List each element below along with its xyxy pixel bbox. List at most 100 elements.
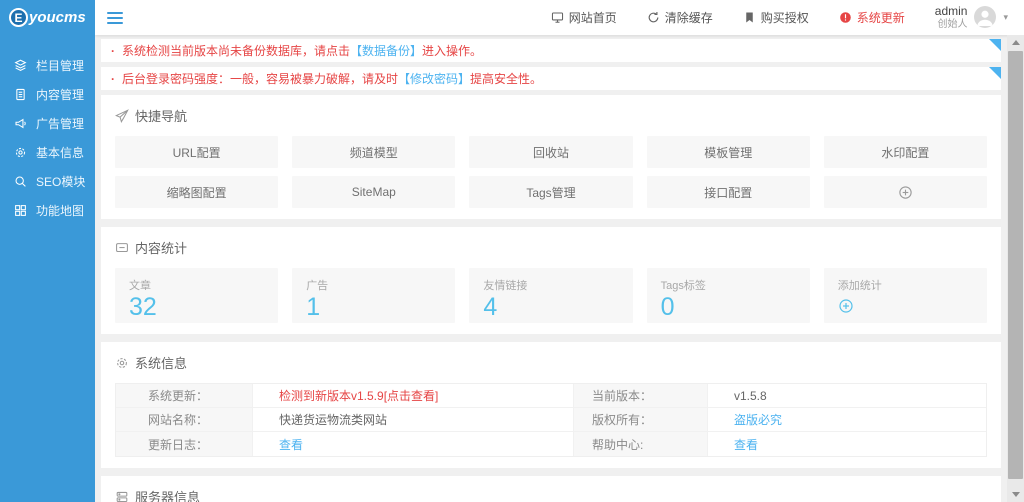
info-label: 版权所有： (573, 408, 708, 432)
grid-icon (14, 204, 27, 217)
stat-card-add[interactable]: 添加统计 (824, 268, 987, 323)
bookmark-icon (743, 11, 756, 24)
sidebar-item-basic-info[interactable]: 基本信息 (0, 138, 95, 167)
server-icon (115, 490, 129, 502)
quick-nav-grid: URL配置 频道模型 回收站 模板管理 水印配置 缩略图配置 SiteMap T… (115, 136, 987, 208)
sidebar-item-seo[interactable]: SEO模块 (0, 167, 95, 196)
info-label: 更新日志： (116, 432, 253, 456)
sidebar-item-label: 栏目管理 (36, 57, 84, 74)
alert-change-password-link[interactable]: 【修改密码】 (398, 70, 470, 87)
quick-nav-sitemap-button[interactable]: SiteMap (292, 176, 455, 208)
new-version-link[interactable]: 检测到新版本v1.5.9[点击查看] (253, 384, 573, 408)
content-stats-panel: 内容统计 文章 32 广告 1 友情链接 4 Tags标签 0 添加统计 (101, 227, 1001, 334)
user-meta: admin 创始人 (935, 5, 968, 30)
stat-label: 文章 (129, 277, 278, 293)
info-label: 当前版本： (573, 384, 708, 408)
alert-backup-link[interactable]: 【数据备份】 (350, 42, 422, 59)
sidebar-item-columns[interactable]: 栏目管理 (0, 51, 95, 80)
stat-label: 添加统计 (838, 277, 987, 293)
topbar-item-buy-license[interactable]: 购买授权 (743, 9, 809, 26)
quick-nav-recycle-bin-button[interactable]: 回收站 (469, 136, 632, 168)
avatar (974, 6, 996, 28)
topbar-item-site-home[interactable]: 网站首页 (551, 9, 617, 26)
changelog-view-link[interactable]: 查看 (253, 432, 573, 456)
quick-nav-tags-manage-button[interactable]: Tags管理 (469, 176, 632, 208)
sidebar-item-content[interactable]: 内容管理 (0, 80, 95, 109)
scroll-up-button[interactable] (1007, 35, 1024, 50)
sidebar-item-ads[interactable]: 广告管理 (0, 109, 95, 138)
scroll-down-button[interactable] (1007, 487, 1024, 502)
stat-value: 4 (483, 294, 632, 322)
system-info-table: 系统更新： 检测到新版本v1.5.9[点击查看] 当前版本： v1.5.8 网站… (115, 383, 987, 457)
stat-label: 友情链接 (483, 277, 632, 293)
stat-card-articles[interactable]: 文章 32 (115, 268, 278, 323)
monitor-icon (551, 11, 564, 24)
user-role: 创始人 (935, 19, 968, 31)
sidebar-item-label: 广告管理 (36, 115, 84, 132)
logo-text: youcms (29, 9, 86, 26)
alert-backup-database: · 系统检测当前版本尚未备份数据库，请点击 【数据备份】 进入操作。 (101, 39, 1001, 62)
stat-card-ads[interactable]: 广告 1 (292, 268, 455, 323)
corner-fold-icon (989, 39, 1001, 51)
topbar-item-system-update[interactable]: 系统更新 (839, 9, 905, 26)
paper-plane-icon (115, 109, 129, 123)
alert-text: 进入操作。 (422, 42, 482, 59)
alert-text: 提高安全性。 (470, 70, 542, 87)
quick-nav-thumbnail-config-button[interactable]: 缩略图配置 (115, 176, 278, 208)
sidebar-nav: 栏目管理 内容管理 广告管理 基本信息 SEO模块 功能地图 (0, 51, 95, 225)
display-icon (115, 241, 129, 255)
stats-grid: 文章 32 广告 1 友情链接 4 Tags标签 0 添加统计 (115, 268, 987, 323)
alert-text: 后台登录密码强度：一般，容易被暴力破解，请及时 (122, 70, 398, 87)
quick-nav-template-manage-button[interactable]: 模板管理 (647, 136, 810, 168)
plus-circle-icon (898, 185, 913, 200)
chevron-down-icon: ▾ (1003, 12, 1008, 23)
corner-fold-icon (989, 67, 1001, 79)
brand-logo[interactable]: E youcms (0, 0, 95, 35)
alert-text: 系统检测当前版本尚未备份数据库，请点击 (122, 42, 350, 59)
stat-card-tags[interactable]: Tags标签 0 (647, 268, 810, 323)
panel-title-text: 快捷导航 (135, 106, 187, 125)
topbar-item-label: 清除缓存 (665, 9, 713, 26)
user-name: admin (935, 5, 968, 19)
quick-nav-url-config-button[interactable]: URL配置 (115, 136, 278, 168)
panel-title-text: 服务器信息 (135, 487, 200, 502)
plus-circle-icon (838, 298, 854, 314)
gear-icon (115, 356, 129, 370)
copyright-link[interactable]: 盗版必究 (708, 408, 986, 432)
quick-nav-add-button[interactable] (824, 176, 987, 208)
stat-value: 32 (129, 294, 278, 322)
system-info-panel: 系统信息 系统更新： 检测到新版本v1.5.9[点击查看] 当前版本： v1.5… (101, 342, 1001, 468)
topbar-item-label: 系统更新 (857, 9, 905, 26)
content-stats-title: 内容统计 (115, 238, 987, 257)
alert-bullet: · (111, 72, 115, 86)
menu-toggle-icon[interactable] (107, 12, 123, 24)
gear-icon (14, 146, 27, 159)
server-info-title: 服务器信息 (115, 487, 987, 502)
stat-card-friend-links[interactable]: 友情链接 4 (469, 268, 632, 323)
sidebar-item-feature-map[interactable]: 功能地图 (0, 196, 95, 225)
site-name-value: 快递货运物流类网站 (253, 408, 573, 432)
help-center-view-link[interactable]: 查看 (708, 432, 986, 456)
quick-nav-channel-model-button[interactable]: 频道模型 (292, 136, 455, 168)
panel-title-text: 内容统计 (135, 238, 187, 257)
sidebar-item-label: 内容管理 (36, 86, 84, 103)
vertical-scrollbar (1007, 35, 1024, 502)
topbar-item-clear-cache[interactable]: 清除缓存 (647, 9, 713, 26)
topbar: 网站首页 清除缓存 购买授权 系统更新 admin 创始人 ▾ (95, 0, 1024, 35)
stat-value: 1 (306, 294, 455, 322)
person-icon (974, 6, 996, 28)
stat-label: 广告 (306, 277, 455, 293)
scrollbar-thumb[interactable] (1008, 51, 1023, 479)
user-menu[interactable]: admin 创始人 ▾ (935, 5, 1008, 30)
quick-nav-watermark-config-button[interactable]: 水印配置 (824, 136, 987, 168)
quick-nav-api-config-button[interactable]: 接口配置 (647, 176, 810, 208)
topbar-right: 网站首页 清除缓存 购买授权 系统更新 admin 创始人 ▾ (551, 5, 1024, 30)
quick-nav-title: 快捷导航 (115, 106, 987, 125)
magnifier-icon (14, 175, 27, 188)
layers-icon (14, 59, 27, 72)
alert-weak-password: · 后台登录密码强度：一般，容易被暴力破解，请及时 【修改密码】 提高安全性。 (101, 67, 1001, 90)
quick-nav-panel: 快捷导航 URL配置 频道模型 回收站 模板管理 水印配置 缩略图配置 Site… (101, 95, 1001, 219)
stat-value: 0 (661, 294, 810, 322)
alert-bullet: · (111, 44, 115, 58)
panel-title-text: 系统信息 (135, 353, 187, 372)
